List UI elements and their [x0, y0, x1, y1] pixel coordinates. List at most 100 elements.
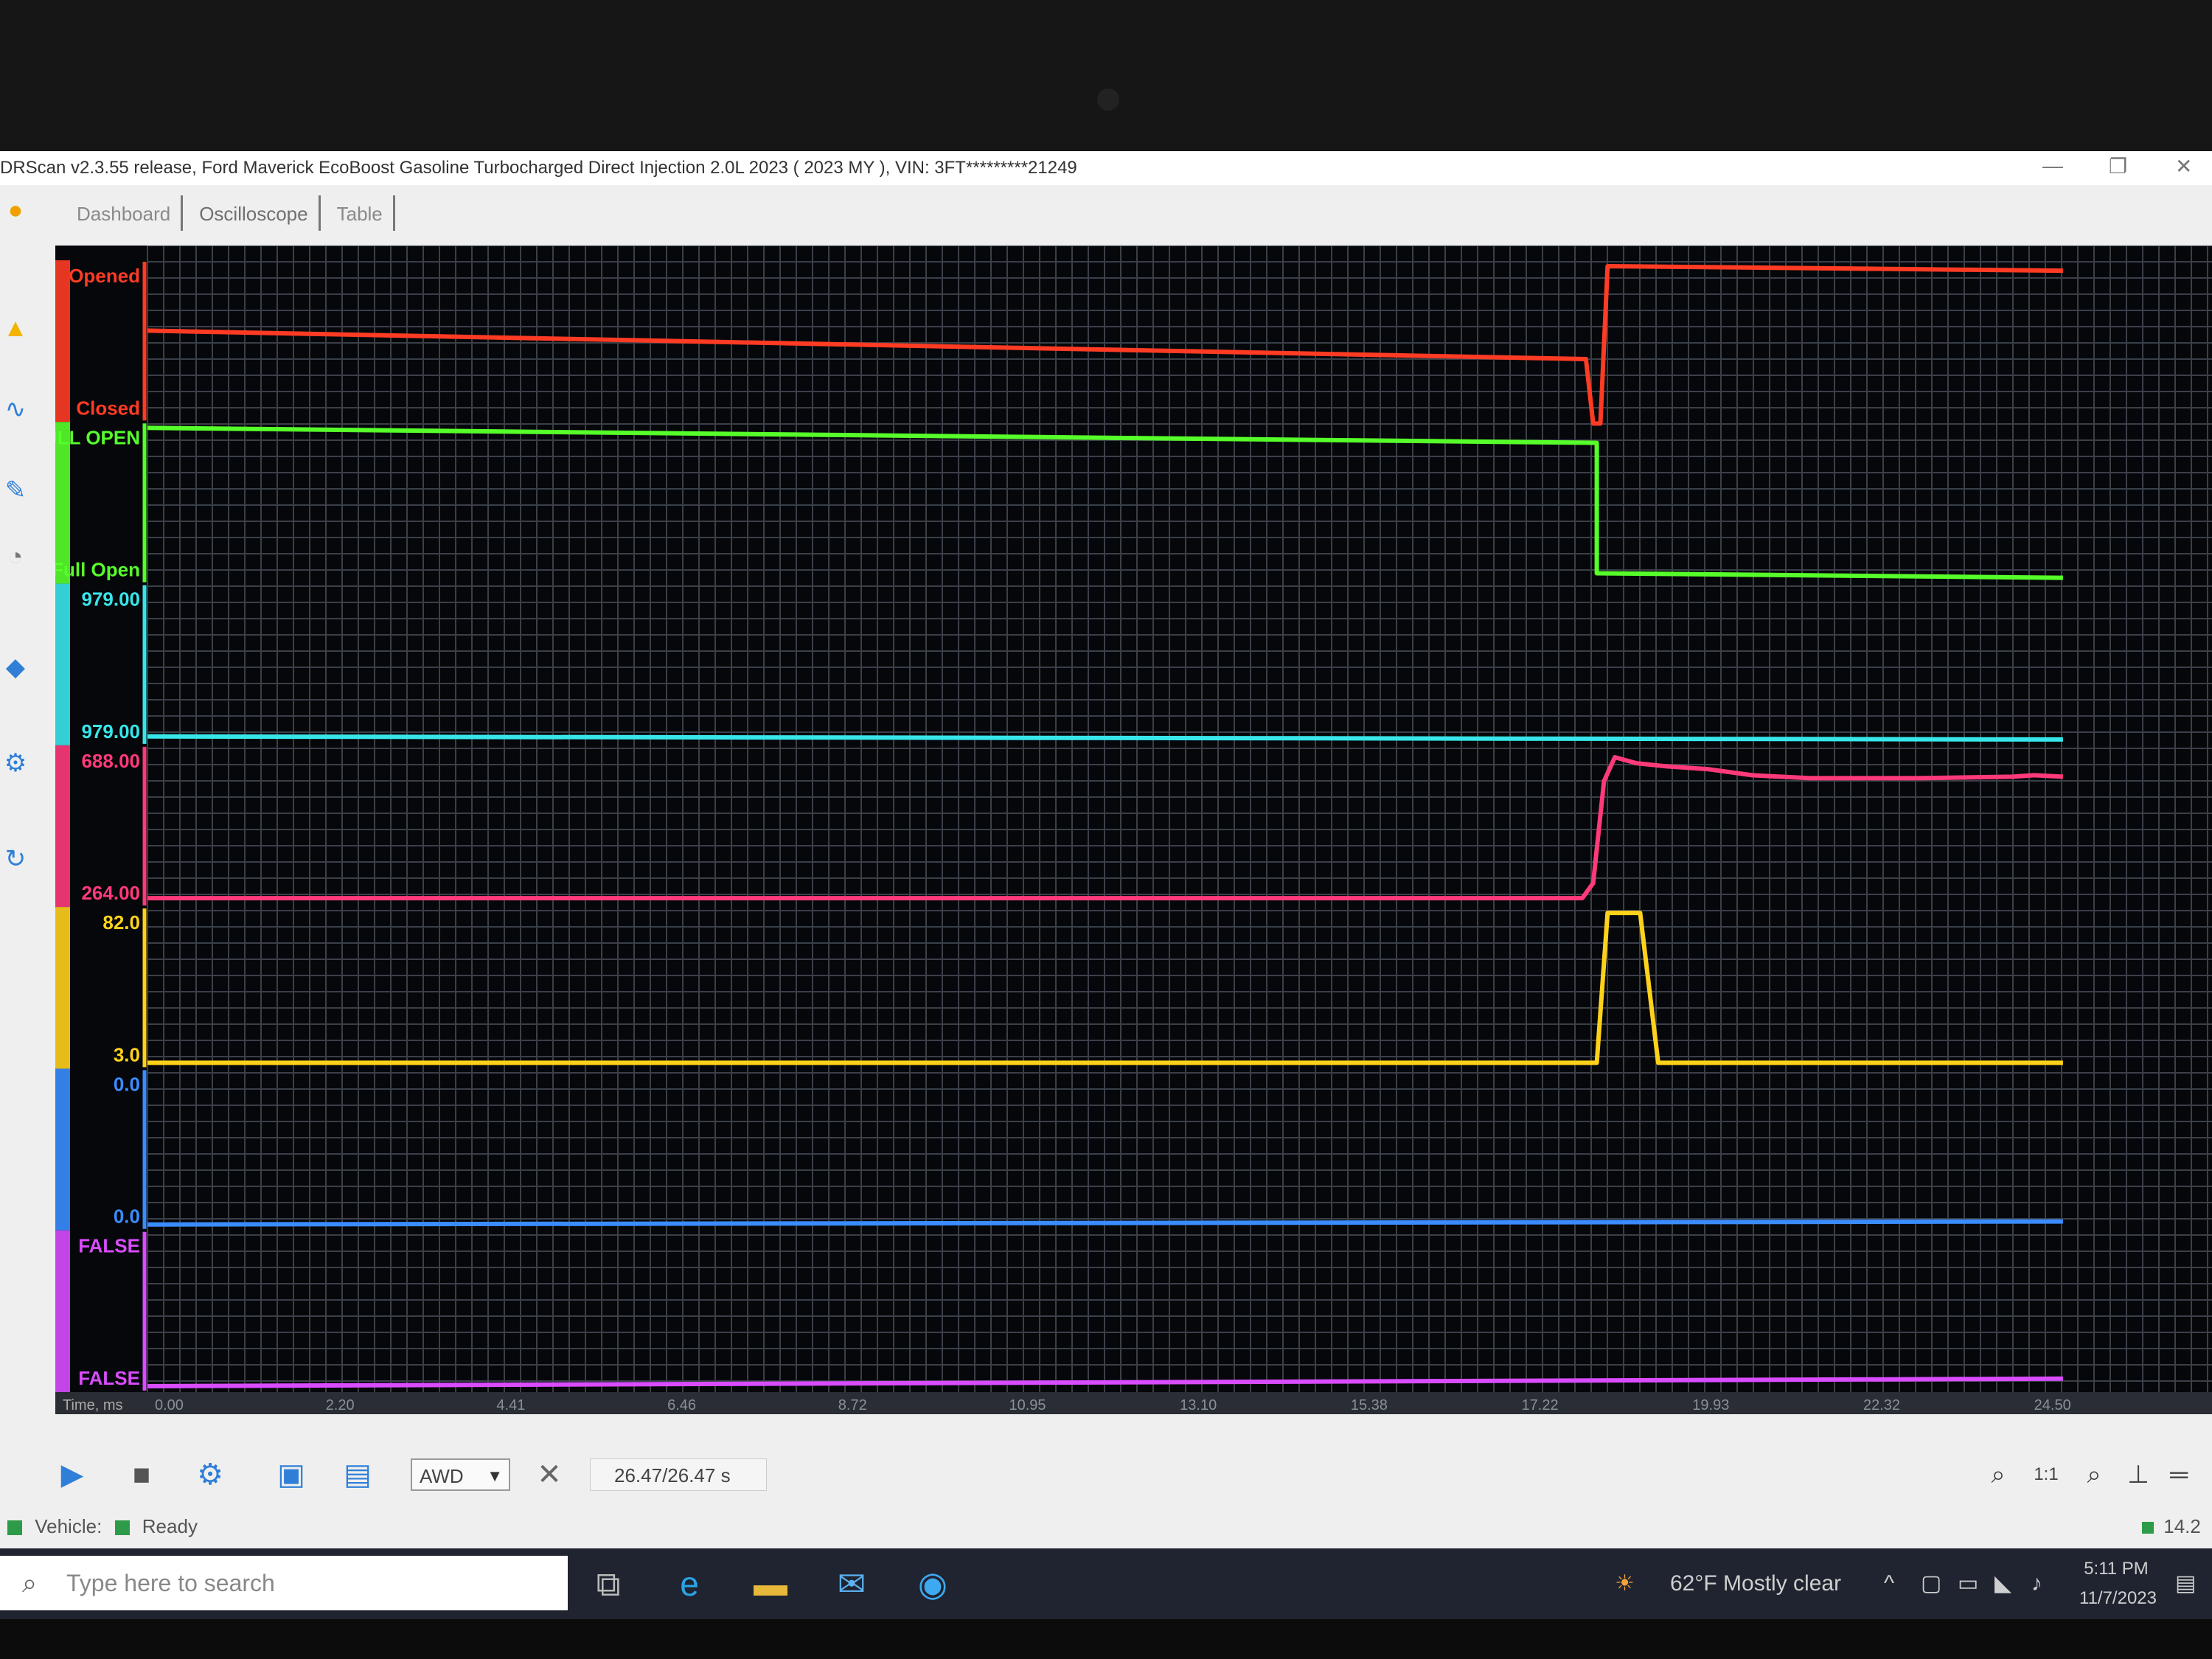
chip-icon[interactable]: ◆ [1, 653, 29, 682]
time-tick-label: 17.22 [1522, 1397, 1559, 1413]
open-folder-icon[interactable]: ▤ [339, 1456, 376, 1493]
time-readout: 26.47/26.47 s [590, 1458, 767, 1491]
channel-color-strip [55, 1068, 70, 1231]
channel-color-strip [55, 583, 70, 745]
zoom-in-icon[interactable]: ⌕ [1980, 1456, 2017, 1493]
view-tabs: Dashboard Oscilloscope Table [66, 195, 395, 231]
stop-icon[interactable]: ■ [123, 1456, 160, 1493]
channel-min-label: 0.0 [114, 1206, 140, 1228]
time-tick-label: 8.72 [838, 1397, 867, 1413]
edge-browser-icon[interactable]: e [667, 1562, 712, 1606]
chevron-down-icon: ▼ [487, 1467, 503, 1485]
channel-min-label: FALSE [78, 1367, 140, 1389]
channel-color-strip [55, 1230, 70, 1392]
tray-chevron-up-icon[interactable]: ^ [1884, 1548, 1894, 1619]
clock[interactable]: 5:11 PM 11/7/2023 [2079, 1554, 2157, 1625]
ready-status-indicator [114, 1520, 130, 1536]
search-placeholder: Type here to search [66, 1570, 275, 1596]
edit-icon[interactable]: ✎ [1, 476, 29, 505]
drive-mode-select[interactable]: AWD ▼ [411, 1458, 510, 1491]
channel-max-label: Opened [69, 265, 140, 287]
clear-icon[interactable]: ✕ [531, 1456, 568, 1493]
time-tick-label: 24.50 [2034, 1397, 2071, 1413]
vehicle-label: Vehicle: [35, 1515, 102, 1537]
equal-scale-icon[interactable]: ═ [2160, 1456, 2197, 1493]
time-tick-label: 13.10 [1180, 1397, 1217, 1413]
window-title: DRScan v2.3.55 release, Ford Maverick Ec… [0, 158, 1077, 178]
close-button[interactable]: ✕ [2175, 154, 2192, 178]
time-axis-label: Time, ms [63, 1397, 122, 1413]
battery-icon[interactable]: ▭ [1958, 1548, 1978, 1619]
voltage-indicator [2142, 1522, 2154, 1534]
warning-triangle-icon[interactable]: ▲ [1, 313, 29, 343]
warning-bulb-icon[interactable]: ● [1, 195, 29, 225]
status-bar: Vehicle: Ready [0, 1515, 198, 1545]
mail-icon[interactable]: ✉ [830, 1562, 874, 1606]
app-window: DRScan v2.3.55 release, Ford Maverick Ec… [0, 151, 2212, 1548]
time-tick-label: 10.95 [1009, 1397, 1046, 1413]
save-icon[interactable]: ▣ [273, 1456, 310, 1493]
channel-max-label: 688.00 [81, 750, 140, 772]
time-tick-label: 0.00 [155, 1397, 184, 1413]
voltage-value: 14.2 [2163, 1515, 2201, 1537]
channel-trace [147, 1219, 2063, 1227]
channel-min-label: Full Open [55, 559, 140, 581]
channel-max-label: 0.0 [114, 1073, 140, 1095]
drscan-app-icon[interactable]: ◉ [911, 1562, 955, 1606]
refresh-icon[interactable]: ↻ [1, 844, 29, 874]
file-explorer-icon[interactable]: ▬ [748, 1562, 793, 1606]
title-bar: DRScan v2.3.55 release, Ford Maverick Ec… [0, 151, 2212, 185]
cursor-tool-icon[interactable]: ⊥ [2120, 1456, 2157, 1493]
tab-dashboard[interactable]: Dashboard [66, 195, 184, 231]
windows-taskbar: ⌕ Type here to search ⧉ e ▬ ✉ ◉ ☀ 62°F M… [0, 1548, 2212, 1619]
ready-label: Ready [142, 1515, 198, 1537]
time-tick-label: 22.32 [1863, 1397, 1900, 1413]
webcam [1097, 88, 1119, 111]
time-tick-label: 19.93 [1692, 1397, 1729, 1413]
channel-min-label: 264.00 [81, 882, 140, 904]
channel-max-label: FALSE [78, 1235, 140, 1257]
time-tick-label: 2.20 [326, 1397, 355, 1413]
oscilloscope-icon[interactable]: ∿ [1, 394, 29, 424]
time-tick-label: 4.41 [496, 1397, 525, 1413]
screen-bezel [0, 0, 2212, 151]
clock-time: 5:11 PM [2084, 1559, 2149, 1579]
weather-text[interactable]: 62°F Mostly clear [1670, 1548, 1841, 1619]
channel-max-label: 979.00 [81, 588, 140, 611]
zoom-out-icon[interactable]: ⌕ [2076, 1456, 2112, 1493]
network-icon[interactable]: ◣ [1994, 1548, 2011, 1619]
tab-oscilloscope[interactable]: Oscilloscope [189, 195, 321, 231]
weather-icon: ☀ [1615, 1571, 1635, 1596]
oscilloscope-panel[interactable]: Opened Closed FULL OPEN Full Open 979.00 979.… [55, 246, 2212, 1414]
search-icon: ⌕ [22, 1568, 38, 1598]
maximize-button[interactable]: ❐ [2109, 154, 2127, 178]
time-tick-label: 15.38 [1351, 1397, 1388, 1413]
time-tick-label: 6.46 [667, 1397, 696, 1413]
oscilloscope-chart[interactable]: Opened Closed FULL OPEN Full Open 979.00 979.… [55, 246, 2212, 1414]
screen-bezel-bottom [0, 1619, 2212, 1659]
zoom-ratio[interactable]: 1:1 [2024, 1456, 2068, 1493]
left-toolbar: ● ▲ ∿ ✎ ◔ ◆ ⚙ ↻ [0, 195, 35, 1154]
meet-now-icon[interactable]: ▢ [1921, 1548, 1941, 1619]
channel-min-label: 3.0 [114, 1043, 140, 1065]
settings-gear-icon[interactable]: ⚙ [1, 748, 29, 778]
channel-color-strip [55, 745, 70, 908]
drive-mode-value: AWD [420, 1465, 464, 1487]
channel-max-label: 82.0 [102, 911, 140, 933]
vehicle-status-indicator [7, 1520, 22, 1536]
notifications-icon[interactable]: ▤ [2175, 1548, 2196, 1619]
volume-icon[interactable]: ♪ [2031, 1548, 2042, 1619]
settings-icon[interactable]: ⚙ [192, 1456, 229, 1493]
task-view-icon[interactable]: ⧉ [586, 1562, 630, 1606]
play-icon[interactable]: ▶ [54, 1456, 91, 1493]
channel-trace [147, 734, 2063, 742]
minimize-button[interactable]: — [2042, 154, 2063, 178]
clock-date: 11/7/2023 [2079, 1588, 2157, 1608]
channel-min-label: 979.00 [81, 720, 140, 742]
taskbar-search-box[interactable]: ⌕ Type here to search [0, 1556, 568, 1610]
tab-table[interactable]: Table [327, 195, 395, 231]
channel-max-label: FULL OPEN [55, 426, 140, 448]
channel-color-strip [55, 260, 70, 422]
channel-color-strip [55, 907, 70, 1069]
gauge-icon[interactable]: ◔ [1, 542, 29, 571]
